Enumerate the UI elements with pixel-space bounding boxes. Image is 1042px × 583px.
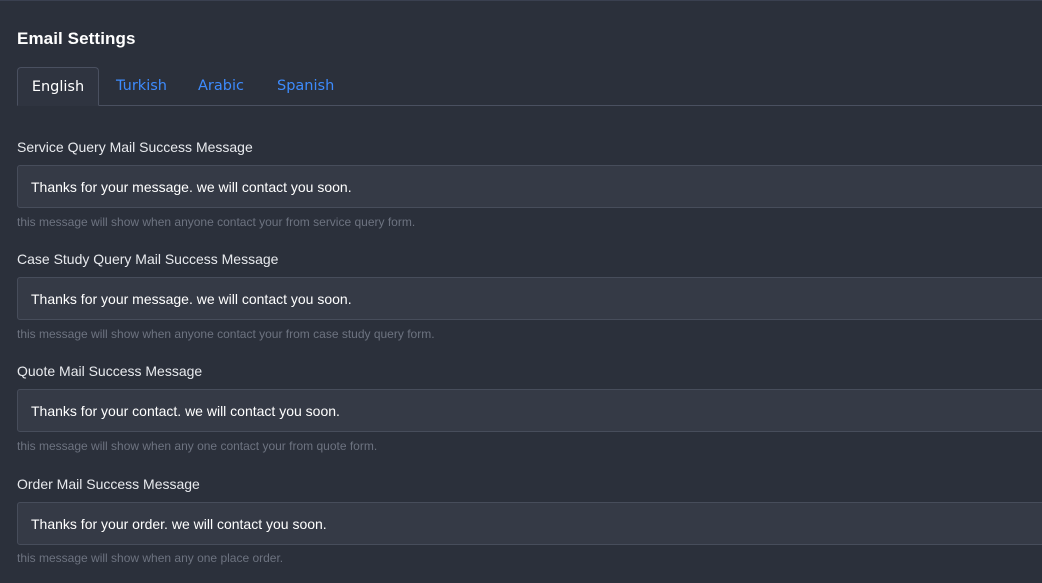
service-query-message-input[interactable] <box>17 165 1042 208</box>
language-tabs: English Turkish Arabic Spanish <box>17 67 1042 106</box>
order-mail-label: Order Mail Success Message <box>17 476 200 492</box>
tab-spanish[interactable]: Spanish <box>277 67 334 105</box>
order-mail-message-input[interactable] <box>17 502 1042 545</box>
page-title: Email Settings <box>17 29 136 48</box>
service-query-label: Service Query Mail Success Message <box>17 139 253 155</box>
case-study-query-message-input[interactable] <box>17 277 1042 320</box>
tab-arabic[interactable]: Arabic <box>198 67 244 105</box>
case-study-query-label: Case Study Query Mail Success Message <box>17 251 279 267</box>
quote-mail-label: Quote Mail Success Message <box>17 363 203 379</box>
order-mail-hint: this message will show when any one plac… <box>17 551 284 565</box>
email-settings-panel: Email Settings English Turkish Arabic Sp… <box>0 0 1042 583</box>
case-study-query-hint: this message will show when anyone conta… <box>17 327 435 341</box>
tab-english[interactable]: English <box>17 67 99 106</box>
quote-mail-hint: this message will show when any one cont… <box>17 439 378 453</box>
service-query-hint: this message will show when anyone conta… <box>17 215 416 229</box>
quote-mail-message-input[interactable] <box>17 389 1042 432</box>
tab-turkish[interactable]: Turkish <box>116 67 167 105</box>
